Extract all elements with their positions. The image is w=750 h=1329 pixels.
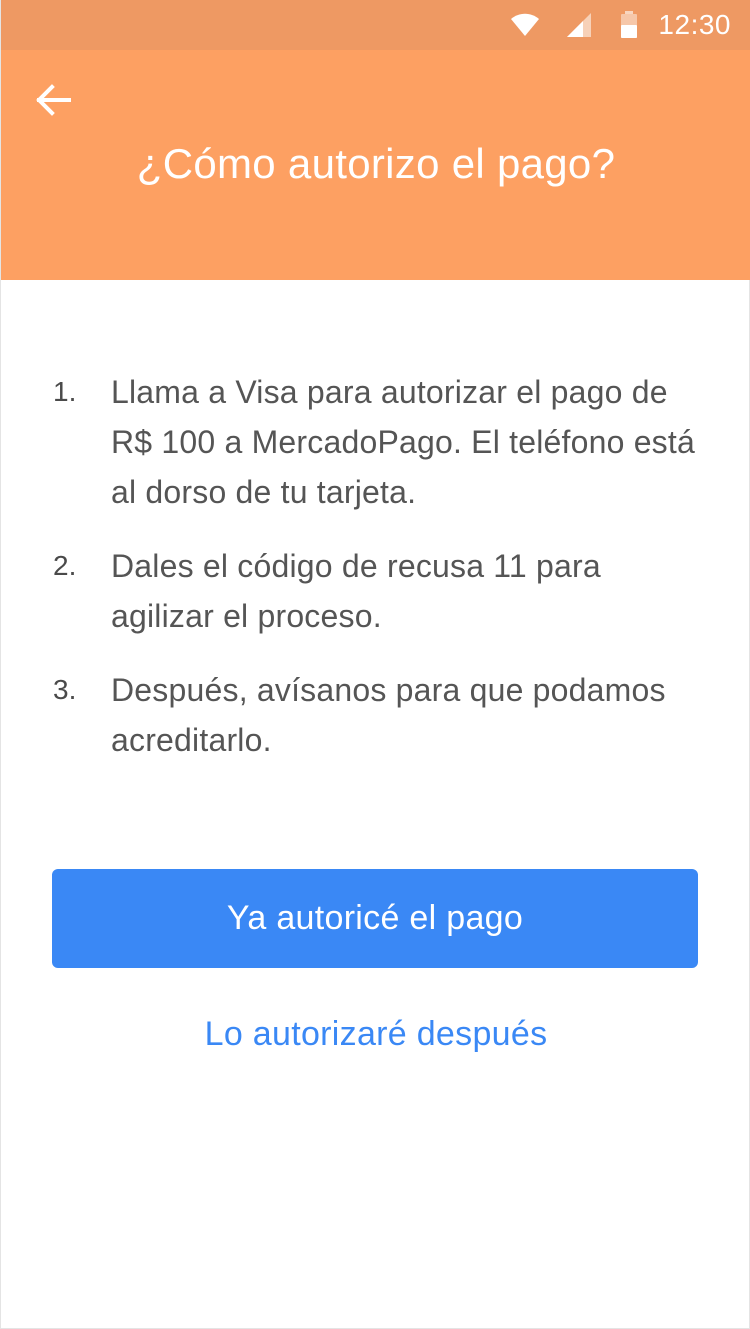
- step-number: 1.: [53, 376, 77, 407]
- back-button[interactable]: [31, 80, 75, 124]
- step-text: Después, avísanos para que podamos acred…: [111, 672, 666, 758]
- clock: 12:30: [658, 9, 731, 40]
- step-item: 2. Dales el código de recusa 11 para agi…: [53, 541, 703, 641]
- battery-icon: [620, 11, 638, 39]
- signal-icon: [566, 12, 592, 38]
- steps-list: 1. Llama a Visa para autorizar el pago d…: [53, 367, 703, 789]
- step-number: 3.: [53, 674, 77, 705]
- step-item: 3. Después, avísanos para que podamos ac…: [53, 665, 703, 765]
- arrow-left-icon: [35, 83, 71, 121]
- page-title: ¿Cómo autorizo el pago?: [136, 140, 616, 187]
- status-bar: 12:30: [1, 0, 750, 50]
- wifi-icon: [510, 13, 540, 37]
- step-text: Dales el código de recusa 11 para agiliz…: [111, 548, 601, 634]
- step-item: 1. Llama a Visa para autorizar el pago d…: [53, 367, 703, 517]
- screen: 12:30 ¿Cómo autorizo el pago? 1. Llama a…: [0, 0, 750, 1329]
- app-bar: ¿Cómo autorizo el pago?: [1, 50, 750, 280]
- step-number: 2.: [53, 550, 77, 581]
- authorize-later-link[interactable]: Lo autorizaré después: [1, 1015, 750, 1054]
- status-icons: 12:30: [510, 0, 731, 50]
- step-text: Llama a Visa para autorizar el pago de R…: [111, 374, 695, 510]
- authorized-payment-button[interactable]: Ya autoricé el pago: [52, 869, 698, 968]
